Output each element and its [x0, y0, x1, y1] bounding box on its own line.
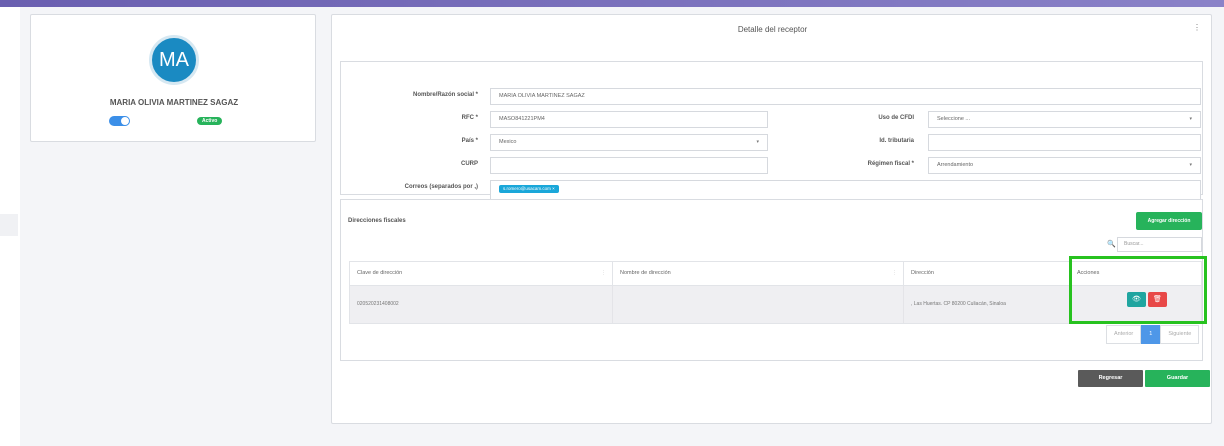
search-icon: 🔍 — [1107, 241, 1116, 248]
nombre-input[interactable]: MARIA OLIVIA MARTINEZ SAGAZ — [490, 88, 1201, 105]
uso-cfdi-value: Seleccione ... — [937, 116, 971, 122]
chevron-down-icon: ▾ — [1189, 162, 1192, 168]
id-tributaria-input[interactable] — [928, 134, 1201, 151]
email-chip[interactable]: s.romero@usacam.com × — [499, 185, 559, 193]
sort-icon: ⋮ — [601, 270, 606, 276]
add-address-button[interactable]: Agregar dirección — [1136, 212, 1202, 230]
column-label: Dirección — [911, 270, 934, 276]
rfc-value: MASO841221PM4 — [499, 116, 545, 122]
pagination-next[interactable]: Siguiente — [1160, 325, 1200, 344]
cell-clave: 020520231408002 — [350, 286, 613, 323]
chevron-down-icon: ▾ — [756, 139, 759, 145]
cell-nombre — [613, 286, 904, 323]
back-button[interactable]: Regresar — [1078, 370, 1143, 387]
rfc-input[interactable]: MASO841221PM4 — [490, 111, 768, 128]
column-header-clave[interactable]: Clave de dirección ⋮ — [350, 262, 613, 285]
column-label: Nombre de dirección — [620, 270, 671, 276]
receptor-detail-card: Detalle del receptor ⋮ Nombre/Razón soci… — [331, 14, 1212, 424]
regimen-select[interactable]: Arrendamiento ▾ — [928, 157, 1201, 174]
profile-name: MARIA OLIVIA MARTINEZ SAGAZ — [109, 98, 239, 107]
receptor-form: Nombre/Razón social * MARIA OLIVIA MARTI… — [340, 61, 1203, 202]
chevron-down-icon: ▾ — [1189, 116, 1192, 122]
sort-icon: ⋮ — [892, 270, 897, 276]
actions-highlight-box — [1069, 256, 1207, 324]
toggle-knob — [121, 117, 129, 125]
id-tributaria-label: Id. tributaria — [879, 138, 914, 144]
uso-cfdi-label: Uso de CFDI — [878, 115, 914, 121]
direcciones-title: Direcciones fiscales — [348, 218, 406, 224]
nombre-value: MARIA OLIVIA MARTINEZ SAGAZ — [499, 93, 585, 99]
column-header-nombre[interactable]: Nombre de dirección ⋮ — [613, 262, 904, 285]
pagination-prev[interactable]: Anterior — [1106, 325, 1142, 344]
regimen-label: Régimen fiscal * — [867, 161, 914, 167]
nombre-label: Nombre/Razón social * — [412, 92, 478, 98]
avatar: MA — [149, 35, 199, 85]
save-button[interactable]: Guardar — [1145, 370, 1210, 387]
pais-select[interactable]: Mexico ▾ — [490, 134, 768, 151]
regimen-value: Arrendamiento — [937, 162, 974, 168]
rfc-label: RFC * — [461, 115, 478, 121]
pais-label: País * — [461, 138, 478, 144]
cell-direccion: , Las Huertas. CP 80200 Culiacán, Sinalo… — [904, 286, 1070, 323]
page-title: Detalle del receptor — [737, 25, 808, 34]
pagination: Anterior 1 Siguiente — [1106, 325, 1200, 344]
correos-label: Correos (separados por ,) — [404, 184, 478, 190]
curp-label: CURP — [460, 161, 478, 167]
column-label: Clave de dirección — [357, 270, 403, 276]
profile-card: MA MARIA OLIVIA MARTINEZ SAGAZ Activo — [30, 14, 316, 142]
status-badge: Activo — [197, 117, 223, 125]
pagination-page-1[interactable]: 1 — [1141, 325, 1161, 344]
pais-value: Mexico — [499, 139, 517, 145]
side-strip — [0, 214, 18, 236]
more-options-icon[interactable]: ⋮ — [1193, 23, 1201, 32]
curp-input[interactable] — [490, 157, 768, 174]
column-header-direccion[interactable]: Dirección — [904, 262, 1070, 285]
top-bar — [0, 0, 1224, 7]
search-input[interactable]: Buscar... — [1117, 237, 1202, 252]
uso-cfdi-select[interactable]: Seleccione ... ▾ — [928, 111, 1201, 128]
active-toggle[interactable] — [109, 116, 130, 126]
